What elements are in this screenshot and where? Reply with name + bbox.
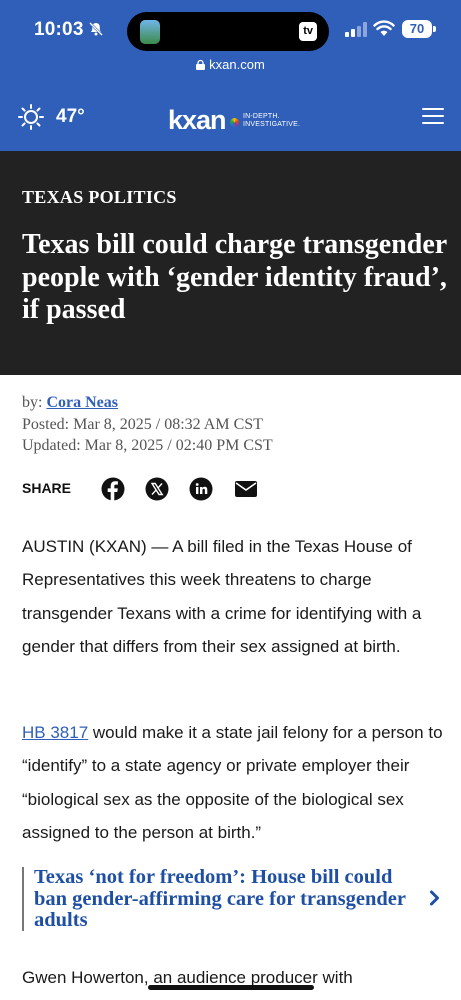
related-article-title[interactable]: Texas ‘not for freedom’: House bill coul… [34,866,409,932]
apple-tv-badge: tv [299,22,317,41]
wifi-icon [373,20,395,36]
address-bar[interactable]: kxan.com [0,57,461,72]
related-article-card[interactable]: Texas ‘not for freedom’: House bill coul… [22,866,444,932]
temperature[interactable]: 47° [56,106,85,128]
tagline-line-1: IN-DEPTH. [243,113,280,120]
article-paragraph-2: HB 3817 would make it a state jail felon… [22,716,447,849]
status-time: 10:03 [34,19,84,40]
lock-icon [196,60,206,70]
article-headline: Texas bill could charge transgender peop… [22,229,447,325]
dynamic-island[interactable]: tv [127,12,329,51]
linkedin-icon[interactable] [189,477,213,501]
author-link[interactable]: Cora Neas [46,394,118,411]
section-label[interactable]: TEXAS POLITICS [22,187,177,208]
byline-prefix: by: [22,394,43,411]
article-paragraph-1: AUSTIN (KXAN) — A bill filed in the Texa… [22,537,422,656]
posted-date: Posted: Mar 8, 2025 / 08:32 AM CST [22,416,263,433]
battery-indicator: 70 [402,20,432,38]
chevron-right-icon[interactable] [429,889,441,907]
cellular-signal-icon [345,22,367,37]
site-tagline: IN-DEPTH. INVESTIGATIVE. [243,113,300,129]
silent-bell-icon [89,22,103,36]
tagline-line-2: INVESTIGATIVE. [243,121,301,128]
email-icon[interactable] [234,477,258,501]
updated-date: Updated: Mar 8, 2025 / 02:40 PM CST [22,437,273,454]
nbc-peacock-icon [230,118,239,127]
hb-3817-link[interactable]: HB 3817 [22,723,88,742]
home-indicator[interactable] [148,985,314,990]
facebook-icon[interactable] [101,477,125,501]
share-label: SHARE [22,480,72,496]
battery-nub [433,26,436,32]
x-icon[interactable] [145,477,169,501]
weather-sun-icon[interactable] [18,104,44,130]
app-thumbnail-icon [140,20,160,44]
hamburger-menu-icon[interactable] [422,108,444,125]
site-logo[interactable]: kxan [168,105,227,136]
byline: by: Cora Neas [22,394,118,412]
url-text: kxan.com [209,57,265,72]
